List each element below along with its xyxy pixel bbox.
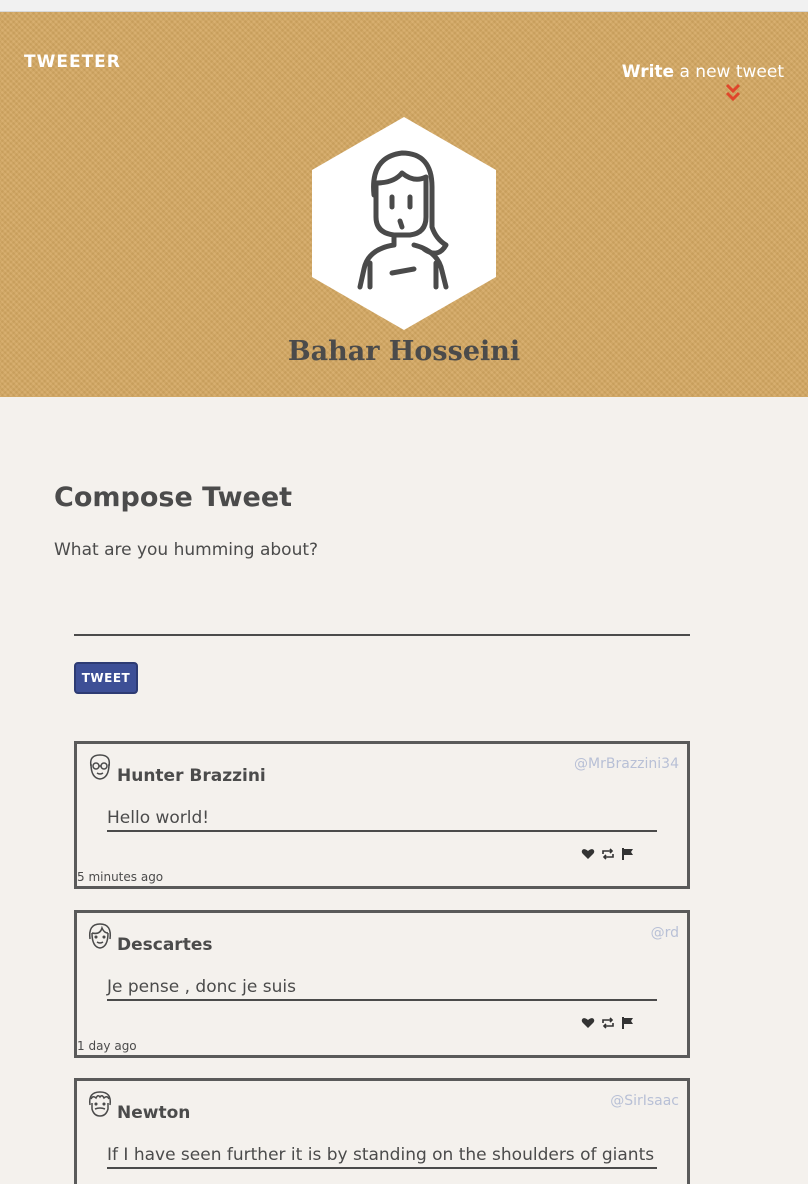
tweet-handle[interactable]: @SirIsaac — [610, 1093, 679, 1109]
compose-prompt: What are you humming about? — [54, 540, 319, 560]
tweet-author[interactable]: Descartes — [117, 935, 212, 955]
heart-icon[interactable] — [581, 1015, 595, 1029]
tweet-author[interactable]: Newton — [117, 1103, 190, 1123]
glasses-face-icon — [89, 754, 111, 780]
tweet-card: Hunter Brazzini @MrBrazzini34 Hello worl… — [74, 741, 690, 889]
tweet-author[interactable]: Hunter Brazzini — [117, 766, 266, 786]
girl-face-icon — [88, 923, 112, 949]
profile-name: Bahar Hosseini — [287, 336, 521, 367]
tweet-submit-button[interactable]: TWEET — [74, 662, 138, 694]
tweet-text: If I have seen further it is by standing… — [107, 1145, 657, 1169]
bearded-face-icon — [88, 1091, 112, 1117]
profile-avatar — [312, 117, 496, 330]
retweet-icon[interactable] — [601, 1015, 615, 1029]
flag-icon[interactable] — [621, 1015, 635, 1029]
tweet-timestamp: 5 minutes ago — [77, 870, 164, 884]
tweet-text: Hello world! — [107, 808, 657, 832]
tweet-card: Newton @SirIsaac If I have seen further … — [74, 1078, 690, 1184]
tweet-timestamp: 1 day ago — [77, 1039, 137, 1053]
tweet-actions — [581, 1015, 635, 1029]
tweet-text-input[interactable] — [74, 602, 690, 636]
tweet-handle[interactable]: @MrBrazzini34 — [574, 756, 679, 772]
write-label-bold: Write — [621, 62, 675, 82]
tweet-handle[interactable]: @rd — [651, 925, 679, 941]
heart-icon[interactable] — [581, 846, 595, 860]
flag-icon[interactable] — [621, 846, 635, 860]
compose-title: Compose Tweet — [54, 482, 293, 513]
retweet-icon[interactable] — [601, 846, 615, 860]
brand-logo[interactable]: TWEETER — [24, 52, 121, 72]
write-new-tweet-link[interactable]: Write a new tweet — [622, 62, 784, 82]
tweet-actions — [581, 846, 635, 860]
browser-top-bar — [0, 0, 808, 12]
profile-header: TWEETER Write a new tweet Bahar Hosseini — [0, 12, 808, 397]
tweet-card: Descartes @rd Je pense , donc je suis 1 … — [74, 910, 690, 1058]
write-label-rest: a new tweet — [674, 62, 784, 82]
double-chevron-down-icon[interactable] — [724, 82, 742, 104]
tweet-text: Je pense , donc je suis — [107, 977, 657, 1001]
